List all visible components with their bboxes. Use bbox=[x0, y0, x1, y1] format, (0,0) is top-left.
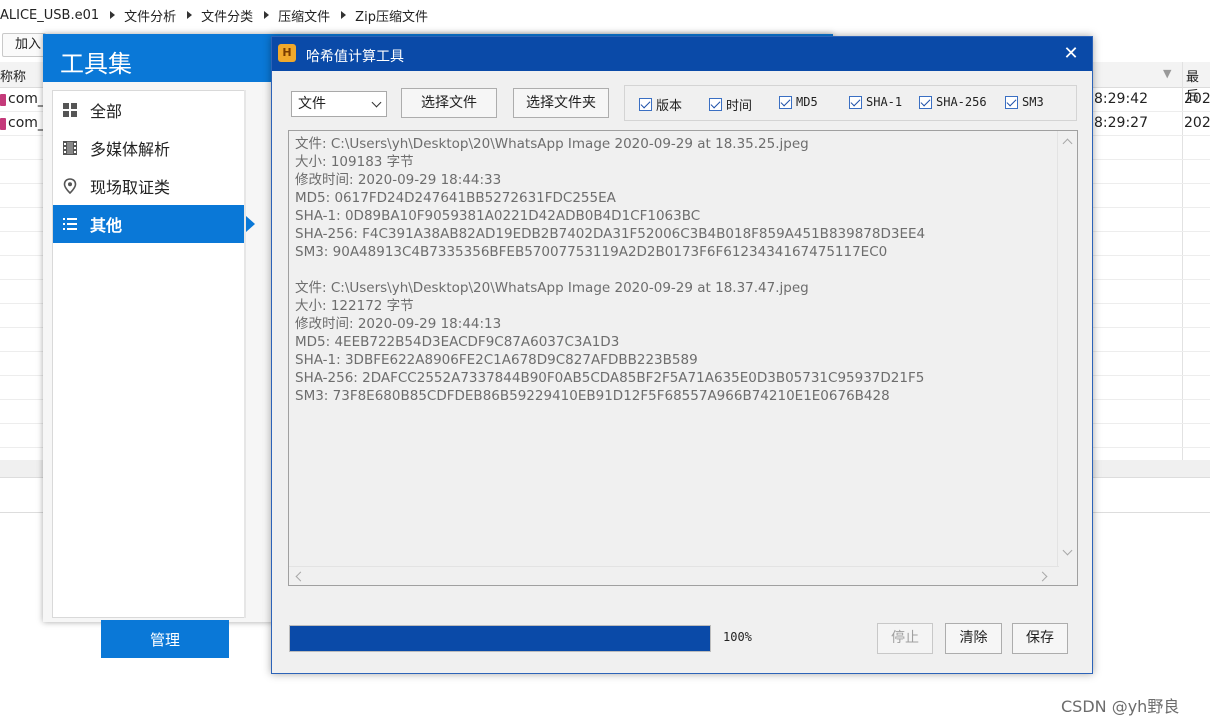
checkbox-checked-icon[interactable] bbox=[1005, 95, 1018, 109]
toolset-sidebar: 全部 多媒体解析 现场取证类 其他 管理 bbox=[52, 90, 255, 658]
result-line: SHA-1: 0D89BA10F9059381A0221D42ADB0B4D1C… bbox=[295, 208, 701, 224]
location-pin-icon bbox=[62, 178, 78, 194]
result-line: SHA-1: 3DBFE622A8906FE2C1A678D9C827AFDBB… bbox=[295, 352, 698, 368]
result-line: 修改时间: 2020-09-29 18:44:13 bbox=[295, 316, 502, 332]
row-year: 202 bbox=[1184, 115, 1210, 131]
option-label: 时间 bbox=[726, 99, 753, 114]
breadcrumb-item[interactable]: ALICE_USB.e01 bbox=[0, 8, 99, 23]
option-sm3[interactable]: SM3 bbox=[1005, 95, 1044, 109]
dialog-title: 哈希值计算工具 bbox=[306, 49, 404, 65]
breadcrumb-item[interactable]: Zip压缩文件 bbox=[355, 6, 428, 25]
sidebar-item-label: 其他 bbox=[90, 216, 123, 235]
result-line: MD5: 4EEB722B54D3EACDF9C87A6037C3A1D3 bbox=[295, 334, 620, 350]
select-file-button[interactable]: 选择文件 bbox=[401, 88, 497, 118]
result-line: 文件: C:\Users\yh\Desktop\20\WhatsApp Imag… bbox=[295, 280, 809, 296]
breadcrumb: ALICE_USB.e01 文件分析 文件分类 压缩文件 Zip压缩文件 bbox=[0, 0, 1210, 30]
hash-tool-dialog: H 哈希值计算工具 ✕ 文件 选择文件 选择文件夹 版本 时间 MD5 SHA-… bbox=[271, 36, 1093, 674]
hash-result-textarea[interactable]: 文件: C:\Users\yh\Desktop\20\WhatsApp Imag… bbox=[288, 130, 1078, 586]
option-label: SM3 bbox=[1022, 95, 1044, 109]
filter-icon[interactable]: ▼ bbox=[1163, 67, 1171, 80]
option-time[interactable]: 时间 bbox=[709, 95, 752, 114]
breadcrumb-item[interactable]: 文件分析 bbox=[124, 6, 176, 25]
file-icon bbox=[0, 118, 6, 130]
source-type-select[interactable]: 文件 bbox=[291, 91, 387, 117]
option-label: MD5 bbox=[796, 95, 818, 109]
chevron-right-icon bbox=[110, 11, 116, 19]
option-label: 版本 bbox=[656, 99, 683, 114]
sidebar-item-field-forensics[interactable]: 现场取证类 bbox=[53, 167, 246, 205]
film-icon bbox=[62, 140, 78, 156]
select-folder-button[interactable]: 选择文件夹 bbox=[513, 88, 609, 118]
chevron-right-icon bbox=[187, 11, 193, 19]
breadcrumb-item[interactable]: 压缩文件 bbox=[278, 6, 330, 25]
row-time: 8:29:27 bbox=[1094, 115, 1148, 131]
sidebar-border bbox=[244, 90, 246, 618]
chevron-down-icon[interactable] bbox=[1062, 545, 1073, 556]
option-version[interactable]: 版本 bbox=[639, 95, 682, 114]
checkbox-checked-icon[interactable] bbox=[639, 98, 652, 111]
row-year: 202 bbox=[1184, 91, 1210, 107]
result-line: 修改时间: 2020-09-29 18:44:33 bbox=[295, 172, 502, 188]
sidebar-item-label: 多媒体解析 bbox=[90, 140, 171, 159]
checkbox-checked-icon[interactable] bbox=[849, 95, 862, 109]
breadcrumb-item[interactable]: 文件分类 bbox=[201, 6, 253, 25]
result-line: SHA-256: F4C391A38AB82AD19EDB2B7402DA31F… bbox=[295, 226, 926, 242]
hash-app-icon: H bbox=[278, 44, 296, 62]
result-line: 大小: 109183 字节 bbox=[295, 154, 414, 170]
dialog-titlebar[interactable]: H 哈希值计算工具 ✕ bbox=[272, 37, 1092, 71]
hash-options-group: 版本 时间 MD5 SHA-1 SHA-256 SM3 bbox=[624, 85, 1077, 121]
checkbox-checked-icon[interactable] bbox=[779, 95, 792, 109]
row-name: com_ bbox=[8, 115, 45, 131]
result-line: SM3: 90A48913C4B7335356BFEB57007753119A2… bbox=[295, 244, 888, 260]
file-icon bbox=[0, 94, 6, 106]
progress-bar bbox=[289, 625, 711, 652]
list-icon bbox=[62, 216, 78, 232]
checkbox-checked-icon[interactable] bbox=[709, 98, 722, 111]
result-spacer bbox=[295, 261, 1055, 279]
horizontal-scrollbar[interactable] bbox=[289, 566, 1059, 585]
option-md5[interactable]: MD5 bbox=[779, 95, 818, 109]
result-line: MD5: 0617FD24D247641BB5272631FDC255EA bbox=[295, 190, 616, 206]
row-name: com_ bbox=[8, 91, 45, 107]
progress-fill bbox=[290, 626, 710, 651]
row-time: 8:29:42 bbox=[1094, 91, 1148, 107]
chevron-up-icon[interactable] bbox=[1062, 138, 1073, 149]
sidebar-item-multimedia[interactable]: 多媒体解析 bbox=[53, 129, 246, 167]
sidebar-item-label: 全部 bbox=[90, 102, 123, 121]
checkbox-checked-icon[interactable] bbox=[919, 95, 932, 109]
column-header-name[interactable]: 称称 bbox=[0, 66, 26, 85]
option-label: SHA-256 bbox=[936, 95, 987, 109]
result-line: SM3: 73F8E680B85CDFDEB86B59229410EB91D12… bbox=[295, 388, 890, 404]
sidebar-item-other[interactable]: 其他 bbox=[53, 205, 255, 243]
chevron-right-icon bbox=[341, 11, 347, 19]
option-label: SHA-1 bbox=[866, 95, 903, 109]
sidebar-item-label: 现场取证类 bbox=[90, 178, 171, 197]
toolset-title: 工具集 bbox=[60, 50, 132, 78]
hash-result-text: 文件: C:\Users\yh\Desktop\20\WhatsApp Imag… bbox=[295, 135, 1055, 405]
vertical-scrollbar[interactable] bbox=[1057, 131, 1077, 567]
select-value: 文件 bbox=[298, 96, 326, 112]
chevron-left-icon[interactable] bbox=[295, 571, 306, 582]
watermark: CSDN @yh野良 bbox=[1061, 697, 1180, 716]
progress-text: 100% bbox=[723, 630, 752, 644]
sidebar-item-all[interactable]: 全部 bbox=[53, 91, 246, 129]
result-line: 大小: 122172 字节 bbox=[295, 298, 414, 314]
chevron-right-icon bbox=[264, 11, 270, 19]
manage-button[interactable]: 管理 bbox=[101, 620, 229, 658]
result-line: 文件: C:\Users\yh\Desktop\20\WhatsApp Imag… bbox=[295, 136, 809, 152]
grid-icon bbox=[62, 102, 78, 118]
chevron-down-icon bbox=[371, 97, 382, 108]
save-button[interactable]: 保存 bbox=[1012, 623, 1068, 654]
chevron-right-icon[interactable] bbox=[1037, 571, 1048, 582]
result-line: SHA-256: 2DAFCC2552A7337844B90F0AB5CDA85… bbox=[295, 370, 925, 386]
add-button[interactable]: 加入 bbox=[2, 33, 46, 57]
clear-button[interactable]: 清除 bbox=[945, 623, 1002, 654]
close-icon[interactable]: ✕ bbox=[1058, 42, 1084, 66]
stop-button[interactable]: 停止 bbox=[877, 623, 933, 654]
option-sha256[interactable]: SHA-256 bbox=[919, 95, 987, 109]
option-sha1[interactable]: SHA-1 bbox=[849, 95, 902, 109]
